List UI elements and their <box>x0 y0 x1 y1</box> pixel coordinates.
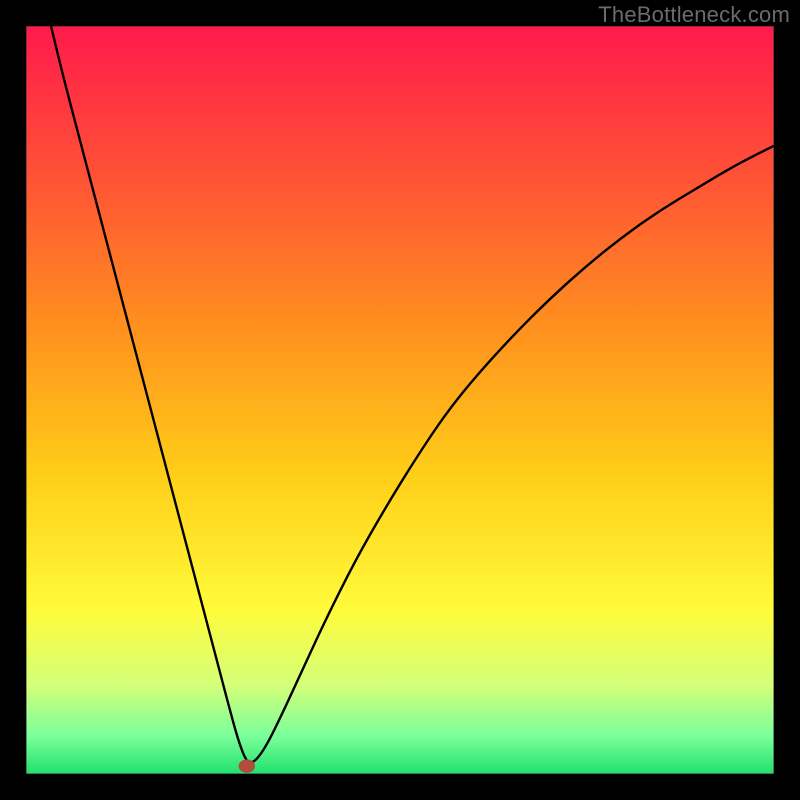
marker-group <box>239 759 255 772</box>
gradient-background <box>26 26 773 773</box>
min-marker <box>239 759 255 772</box>
watermark-text: TheBottleneck.com <box>598 2 790 28</box>
bottleneck-chart <box>0 0 800 800</box>
chart-container: TheBottleneck.com <box>0 0 800 800</box>
